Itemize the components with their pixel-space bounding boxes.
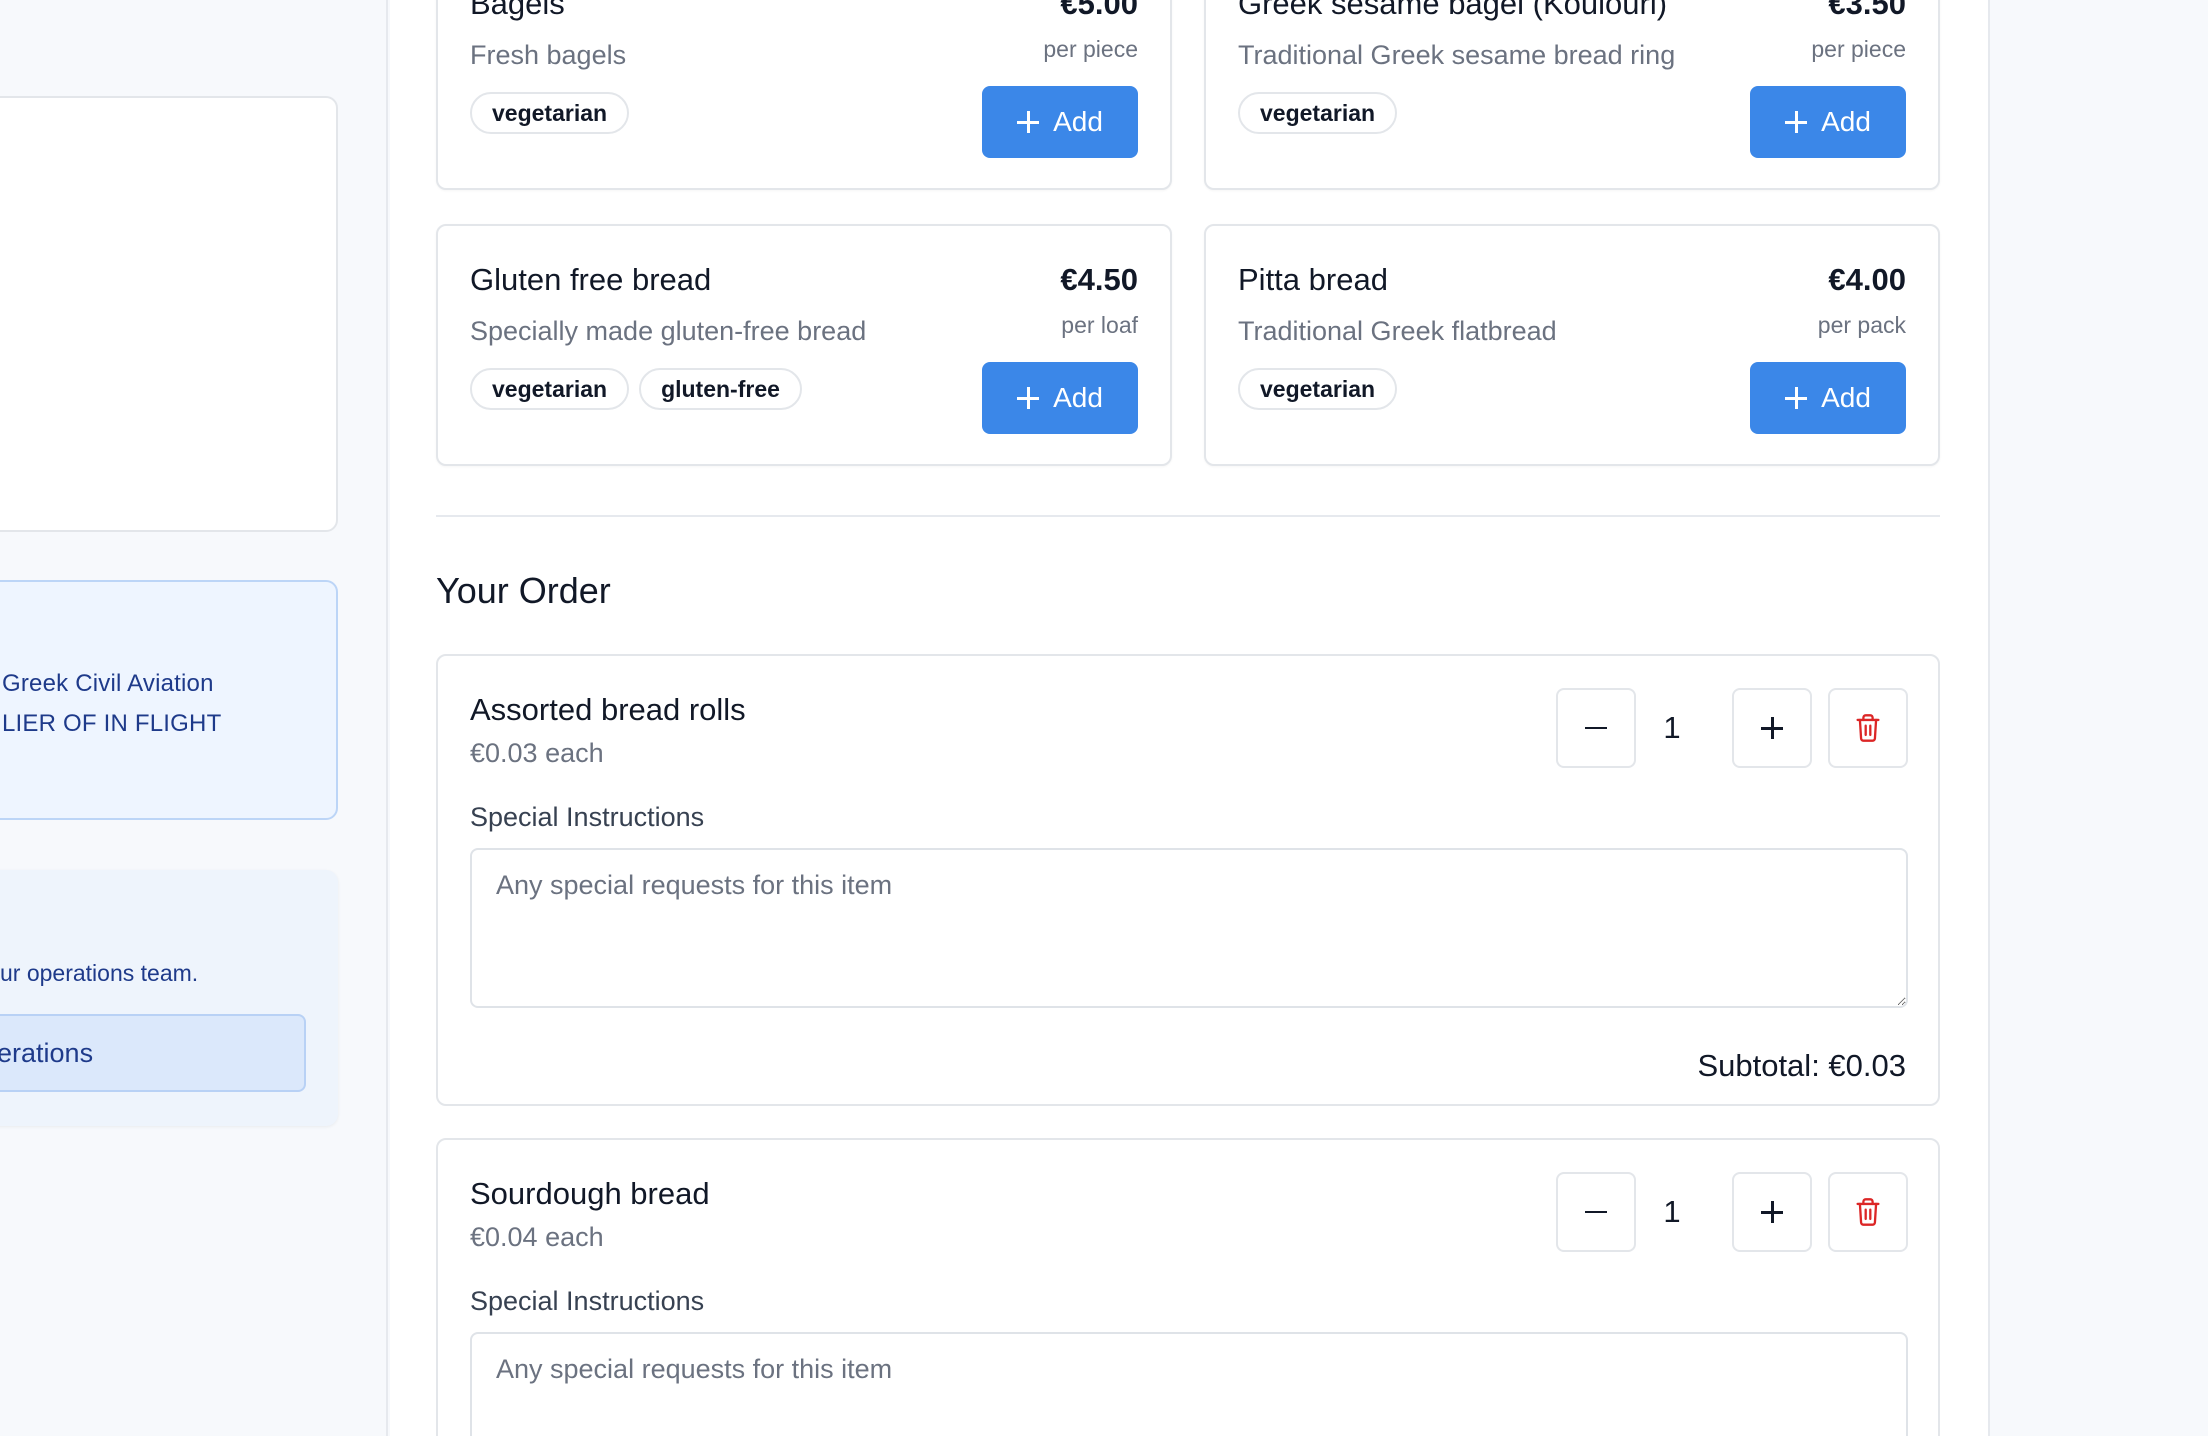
order-item-unit-price: €0.04 each bbox=[470, 1222, 604, 1252]
plus-icon bbox=[1785, 387, 1808, 409]
item-subtotal: Subtotal: €0.03 bbox=[1697, 1048, 1906, 1083]
order-item-card: Sourdough bread €0.04 each 1 Special Ins… bbox=[436, 1138, 1940, 1436]
product-tags: vegetarian bbox=[1238, 92, 1398, 134]
plus-icon bbox=[1761, 1201, 1783, 1223]
info-line-1: Greek Civil Aviation bbox=[2, 670, 214, 697]
add-button-label: Add bbox=[1821, 382, 1871, 413]
product-price: €3.50 bbox=[1828, 0, 1906, 21]
special-instructions-input[interactable] bbox=[470, 848, 1908, 1008]
order-title: Your Order bbox=[436, 570, 611, 611]
add-button[interactable]: Add bbox=[982, 362, 1138, 434]
tag-vegetarian: vegetarian bbox=[1238, 92, 1398, 134]
minus-icon bbox=[1585, 726, 1607, 730]
order-item-name: Assorted bread rolls bbox=[470, 692, 746, 727]
product-tags: vegetarian bbox=[1238, 368, 1398, 410]
product-card: Greek sesame bagel (Koulouri) Traditiona… bbox=[1204, 0, 1940, 190]
quantity-value: 1 bbox=[1663, 1194, 1681, 1229]
special-instructions-label: Special Instructions bbox=[470, 1286, 705, 1316]
add-button-label: Add bbox=[1053, 106, 1103, 137]
add-button[interactable]: Add bbox=[982, 86, 1138, 158]
help-panel: ur operations team. perations bbox=[0, 870, 338, 1126]
info-line-2: LIER OF IN FLIGHT bbox=[2, 710, 222, 737]
remove-item-button[interactable] bbox=[1828, 1172, 1908, 1252]
tag-vegetarian: vegetarian bbox=[470, 368, 630, 410]
special-instructions-label: Special Instructions bbox=[470, 802, 705, 832]
order-item-unit-price: €0.03 each bbox=[470, 738, 604, 768]
order-item-name: Sourdough bread bbox=[470, 1176, 710, 1211]
sidebar-card bbox=[0, 96, 338, 532]
product-tags: vegetarian bbox=[470, 92, 630, 134]
product-name: Pitta bread bbox=[1238, 262, 1388, 297]
trash-icon bbox=[1856, 1198, 1880, 1226]
remove-item-button[interactable] bbox=[1828, 688, 1908, 768]
add-button[interactable]: Add bbox=[1750, 86, 1906, 158]
product-card: Pitta bread Traditional Greek flatbread … bbox=[1204, 224, 1940, 466]
quantity-value: 1 bbox=[1663, 710, 1681, 745]
tag-vegetarian: vegetarian bbox=[470, 92, 630, 134]
increase-quantity-button[interactable] bbox=[1732, 1172, 1812, 1252]
decrease-quantity-button[interactable] bbox=[1556, 688, 1636, 768]
product-name: Greek sesame bagel (Koulouri) bbox=[1238, 0, 1668, 21]
product-price: €5.00 bbox=[1060, 0, 1138, 21]
product-unit: per loaf bbox=[1061, 312, 1138, 338]
product-card: Bagels Fresh bagels €5.00 per piece vege… bbox=[436, 0, 1172, 190]
info-panel: Greek Civil Aviation LIER OF IN FLIGHT bbox=[0, 580, 338, 820]
product-unit: per pack bbox=[1817, 312, 1906, 338]
add-button-label: Add bbox=[1821, 106, 1871, 137]
plus-icon bbox=[1761, 717, 1783, 739]
add-button[interactable]: Add bbox=[1750, 362, 1906, 434]
product-description: Fresh bagels bbox=[470, 40, 627, 70]
product-card: Gluten free bread Specially made gluten-… bbox=[436, 224, 1172, 466]
plus-icon bbox=[1017, 111, 1040, 133]
product-name: Bagels bbox=[470, 0, 565, 21]
tag-vegetarian: vegetarian bbox=[1238, 368, 1398, 410]
product-name: Gluten free bread bbox=[470, 262, 712, 297]
product-description: Traditional Greek sesame bread ring bbox=[1238, 40, 1676, 70]
order-item-card: Assorted bread rolls €0.03 each 1 Specia… bbox=[436, 654, 1940, 1106]
special-instructions-input[interactable] bbox=[470, 1332, 1908, 1436]
decrease-quantity-button[interactable] bbox=[1556, 1172, 1636, 1252]
product-description: Traditional Greek flatbread bbox=[1238, 316, 1557, 346]
product-price: €4.00 bbox=[1828, 262, 1906, 297]
product-price: €4.50 bbox=[1060, 262, 1138, 297]
minus-icon bbox=[1585, 1210, 1607, 1214]
product-description: Specially made gluten-free bread bbox=[470, 316, 867, 346]
increase-quantity-button[interactable] bbox=[1732, 688, 1812, 768]
product-unit: per piece bbox=[1043, 36, 1138, 62]
section-divider bbox=[436, 515, 1940, 517]
tag-gluten-free: gluten-free bbox=[639, 368, 802, 410]
add-button-label: Add bbox=[1053, 382, 1103, 413]
help-text: ur operations team. bbox=[0, 960, 199, 986]
product-unit: per piece bbox=[1811, 36, 1906, 62]
plus-icon bbox=[1017, 387, 1040, 409]
plus-icon bbox=[1785, 111, 1808, 133]
left-sidebar: Greek Civil Aviation LIER OF IN FLIGHT u… bbox=[0, 0, 388, 1436]
product-tags: vegetarian gluten-free bbox=[470, 368, 802, 410]
contact-operations-button[interactable]: perations bbox=[0, 1014, 306, 1092]
trash-icon bbox=[1856, 714, 1880, 742]
